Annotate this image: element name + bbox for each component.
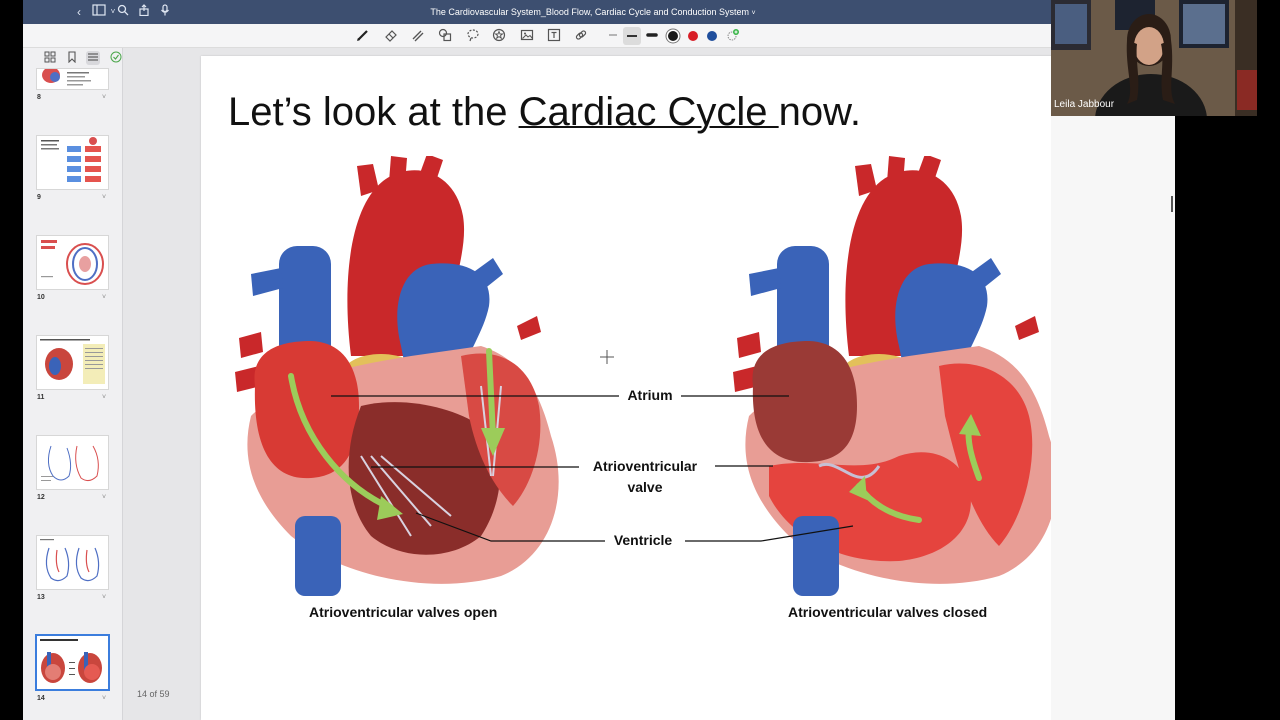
back-icon[interactable]: ‹ [71,4,87,20]
title-bar: ‹ ˅ The Cardiovascular System_Blood Flow… [23,0,1051,24]
crosshair-cursor-icon [600,350,614,364]
outline-list-icon[interactable] [86,51,100,65]
label-ventricle: Ventricle [613,532,673,548]
thin-stroke-icon[interactable] [605,28,621,44]
thumbnail-number: 10 [37,294,45,301]
thumbnail-chevron-icon[interactable]: ˅ [102,494,106,501]
thumbnail-number: 8 [37,94,41,101]
microphone-icon[interactable] [157,4,173,20]
scrollbar-thumb[interactable] [1171,196,1173,212]
page-thumbnail[interactable] [36,435,109,490]
search-icon[interactable] [115,4,131,20]
page-thumbnail[interactable] [36,335,109,390]
page-thumbnail[interactable] [36,535,109,590]
grid-view-icon[interactable] [43,51,57,65]
thumbnail-chevron-icon[interactable]: ˅ [102,94,106,101]
caption-valves-closed: Atrioventricular valves closed [788,604,988,620]
thumbnail-number: 11 [37,394,45,401]
label-leader-lines [331,395,854,542]
eraser-icon[interactable] [383,28,399,44]
annotation-toolbar [23,24,1175,48]
label-av-valve-line2: valve [627,479,663,495]
left-margin [0,0,23,720]
sidebar-tabs [23,48,123,68]
thumbnail-number: 12 [37,494,45,501]
page-thumbnail-sidebar: 8 ˅ 9 ˅ 10 ˅ 11 ˅ 12 ˅ 13 ˅ 14 ˅ [23,48,123,720]
thumbnail-chevron-icon[interactable]: ˅ [102,294,106,301]
participant-video-tile[interactable]: Leila Jabbour [1051,0,1257,116]
app-window: ‹ ˅ The Cardiovascular System_Blood Flow… [0,0,1280,720]
page-counter: 14 of 59 [137,689,170,699]
page-thumbnail[interactable] [36,135,109,190]
thumbnail-number: 14 [37,695,45,702]
thick-stroke-icon[interactable] [644,28,660,44]
pen-icon[interactable] [355,28,371,44]
star-icon[interactable] [491,28,507,44]
thumbnail-number: 9 [37,194,41,201]
slide-page: Let’s look at the Cardiac Cycle now. Atr… [201,56,1097,720]
shapes-icon[interactable] [437,28,453,44]
blue-color-swatch[interactable] [707,31,717,41]
text-icon[interactable] [546,28,562,44]
bookmark-icon[interactable] [65,51,79,65]
right-panel-strip [1051,116,1175,720]
thumbnail-chevron-icon[interactable]: ˅ [102,194,106,201]
label-atrium: Atrium [627,387,673,403]
black-color-swatch[interactable] [668,31,678,41]
thumbnail-chevron-icon[interactable]: ˅ [102,695,106,702]
medium-stroke-icon[interactable] [623,27,641,45]
page-thumbnail[interactable] [36,68,109,90]
lasso-icon[interactable] [465,28,481,44]
caption-valves-open: Atrioventricular valves open [309,604,498,620]
link-icon[interactable] [573,28,589,44]
add-color-icon[interactable] [725,28,741,44]
thumbnail-chevron-icon[interactable]: ˅ [102,394,106,401]
sync-check-icon[interactable] [109,51,123,65]
page-thumbnail-active[interactable] [35,634,110,691]
thumbnail-number: 13 [37,594,45,601]
image-icon[interactable] [519,28,535,44]
label-av-valve-line1: Atrioventricular [592,458,698,474]
share-icon[interactable] [136,4,152,20]
highlighter-icon[interactable] [409,28,425,44]
red-color-swatch[interactable] [688,31,698,41]
thumbnail-chevron-icon[interactable]: ˅ [102,594,106,601]
participant-name: Leila Jabbour [1054,99,1115,110]
document-title[interactable]: The Cardiovascular System_Blood Flow, Ca… [343,0,843,24]
page-thumbnail[interactable] [36,235,109,290]
